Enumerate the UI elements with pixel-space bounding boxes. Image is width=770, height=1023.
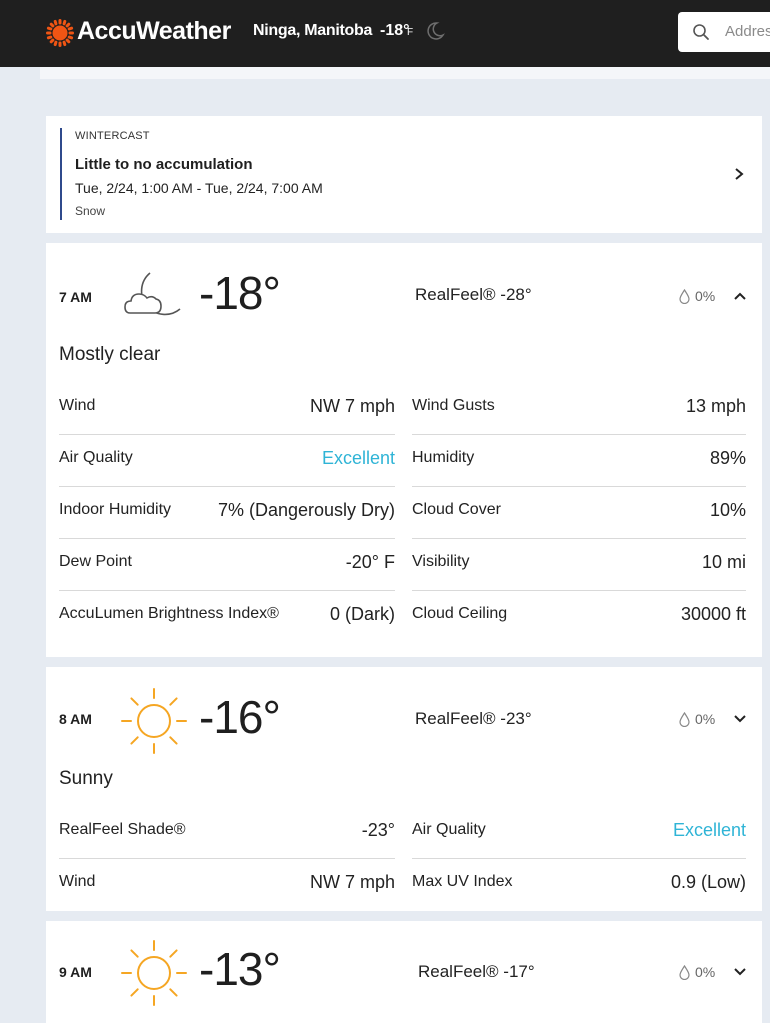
hour-time: 7 AM <box>59 289 92 305</box>
detail-row: Dew Point -20° F <box>59 539 395 591</box>
wintercast-precip-type: Snow <box>75 204 106 218</box>
hourly-card-8am: 8 AM -16° RealFeel® -23° 0% Sunny RealFe… <box>46 667 762 911</box>
detail-value: 0.9 (Low) <box>670 872 746 892</box>
detail-label: Wind <box>59 397 96 414</box>
moon-icon <box>427 22 445 40</box>
detail-label: Max UV Index <box>412 873 513 890</box>
realfeel-temp: RealFeel® -17° <box>418 962 535 981</box>
brand-name[interactable]: AccuWeather <box>77 17 231 46</box>
wintercast-label: WINTERCAST <box>75 130 150 142</box>
hour-time: 8 AM <box>59 711 92 727</box>
temp-unit: F <box>407 27 414 38</box>
detail-value: 7% (Dangerously Dry) <box>217 500 395 520</box>
drop-icon <box>679 965 690 980</box>
moon-cloud-icon <box>124 272 181 316</box>
wintercast-card[interactable]: WINTERCAST Little to no accumulation Tue… <box>46 116 762 233</box>
detail-row: Visibility 10 mi <box>412 539 746 591</box>
precip-chance: 0% <box>695 964 716 980</box>
precip-chance: 0% <box>695 288 716 304</box>
hour-time: 9 AM <box>59 964 92 980</box>
detail-row: Wind NW 7 mph <box>59 383 395 435</box>
detail-row: Wind Gusts 13 mph <box>412 383 746 435</box>
detail-label: Wind <box>59 873 96 890</box>
realfeel-temp: RealFeel® -23° <box>415 709 532 728</box>
detail-value: 10% <box>709 500 746 520</box>
chevron-down-icon[interactable] <box>732 713 748 725</box>
hour-temp: -18° <box>199 267 281 319</box>
sun-icon <box>121 940 187 1006</box>
detail-label: Air Quality <box>412 821 486 838</box>
chevron-down-icon[interactable] <box>732 966 748 978</box>
detail-label: Wind Gusts <box>412 397 495 414</box>
detail-label: Cloud Ceiling <box>412 605 508 622</box>
search-icon <box>693 24 709 40</box>
detail-value: NW 7 mph <box>309 396 395 416</box>
detail-value: -23° <box>361 820 395 840</box>
detail-value: 30000 ft <box>680 604 746 624</box>
wintercast-time-range: Tue, 2/24, 1:00 AM - Tue, 2/24, 7:00 AM <box>75 180 323 196</box>
detail-row: Indoor Humidity 7% (Dangerously Dry) <box>59 487 395 539</box>
weather-phrase: Sunny <box>59 768 113 789</box>
detail-label: Dew Point <box>59 553 132 570</box>
drop-icon <box>679 712 690 727</box>
detail-row: Max UV Index 0.9 (Low) <box>412 859 746 911</box>
hourly-card-9am[interactable]: 9 AM -13° RealFeel® -17° 0% <box>46 921 762 1023</box>
detail-label: Humidity <box>412 449 475 466</box>
detail-label: Indoor Humidity <box>59 501 172 518</box>
precip-chance: 0% <box>695 711 716 727</box>
wintercast-title: Little to no accumulation <box>75 156 253 173</box>
detail-label: Cloud Cover <box>412 501 501 518</box>
detail-value: 0 (Dark) <box>329 604 395 624</box>
header-sub-strip <box>40 67 770 79</box>
detail-value: NW 7 mph <box>309 872 395 892</box>
search-placeholder: Address <box>725 23 770 40</box>
air-quality-link[interactable]: Excellent <box>673 820 746 841</box>
weather-phrase: Mostly clear <box>59 344 161 365</box>
chevron-up-icon[interactable] <box>732 290 748 302</box>
hour-temp: -13° <box>199 943 281 995</box>
wintercast-accent-bar <box>60 128 62 220</box>
detail-value: 89% <box>709 448 746 468</box>
detail-label: Air Quality <box>59 449 133 466</box>
detail-value: 13 mph <box>685 396 746 416</box>
detail-row: Cloud Ceiling 30000 ft <box>412 591 746 643</box>
hourly-card-7am: 7 AM -18° RealFeel® -28° 0% Mostly clear… <box>46 243 762 657</box>
air-quality-link[interactable]: Excellent <box>322 448 395 469</box>
detail-label: Visibility <box>412 553 470 570</box>
accuweather-sun-logo-icon[interactable] <box>46 19 74 47</box>
current-temp[interactable]: -18° <box>380 22 410 40</box>
detail-value: -20° F <box>345 552 395 572</box>
drop-icon <box>679 289 690 304</box>
detail-row: AccuLumen Brightness Index® 0 (Dark) <box>59 591 395 643</box>
chevron-right-icon[interactable] <box>732 165 746 183</box>
detail-row: Air Quality Excellent <box>412 807 746 859</box>
search-input[interactable]: Address <box>678 12 770 52</box>
detail-row: Air Quality Excellent <box>59 435 395 487</box>
detail-label: AccuLumen Brightness Index® <box>59 605 279 622</box>
hour-temp: -16° <box>199 691 281 743</box>
detail-row: Wind NW 7 mph <box>59 859 395 911</box>
detail-value: 10 mi <box>701 552 746 572</box>
detail-row: Cloud Cover 10% <box>412 487 746 539</box>
detail-label: RealFeel Shade® <box>59 821 186 838</box>
sun-icon <box>121 688 187 754</box>
realfeel-temp: RealFeel® -28° <box>415 285 532 304</box>
detail-row: RealFeel Shade® -23° <box>59 807 395 859</box>
current-location[interactable]: Ninga, Manitoba <box>253 22 372 40</box>
detail-row: Humidity 89% <box>412 435 746 487</box>
top-header: AccuWeather Ninga, Manitoba -18° F Addre… <box>0 0 770 67</box>
